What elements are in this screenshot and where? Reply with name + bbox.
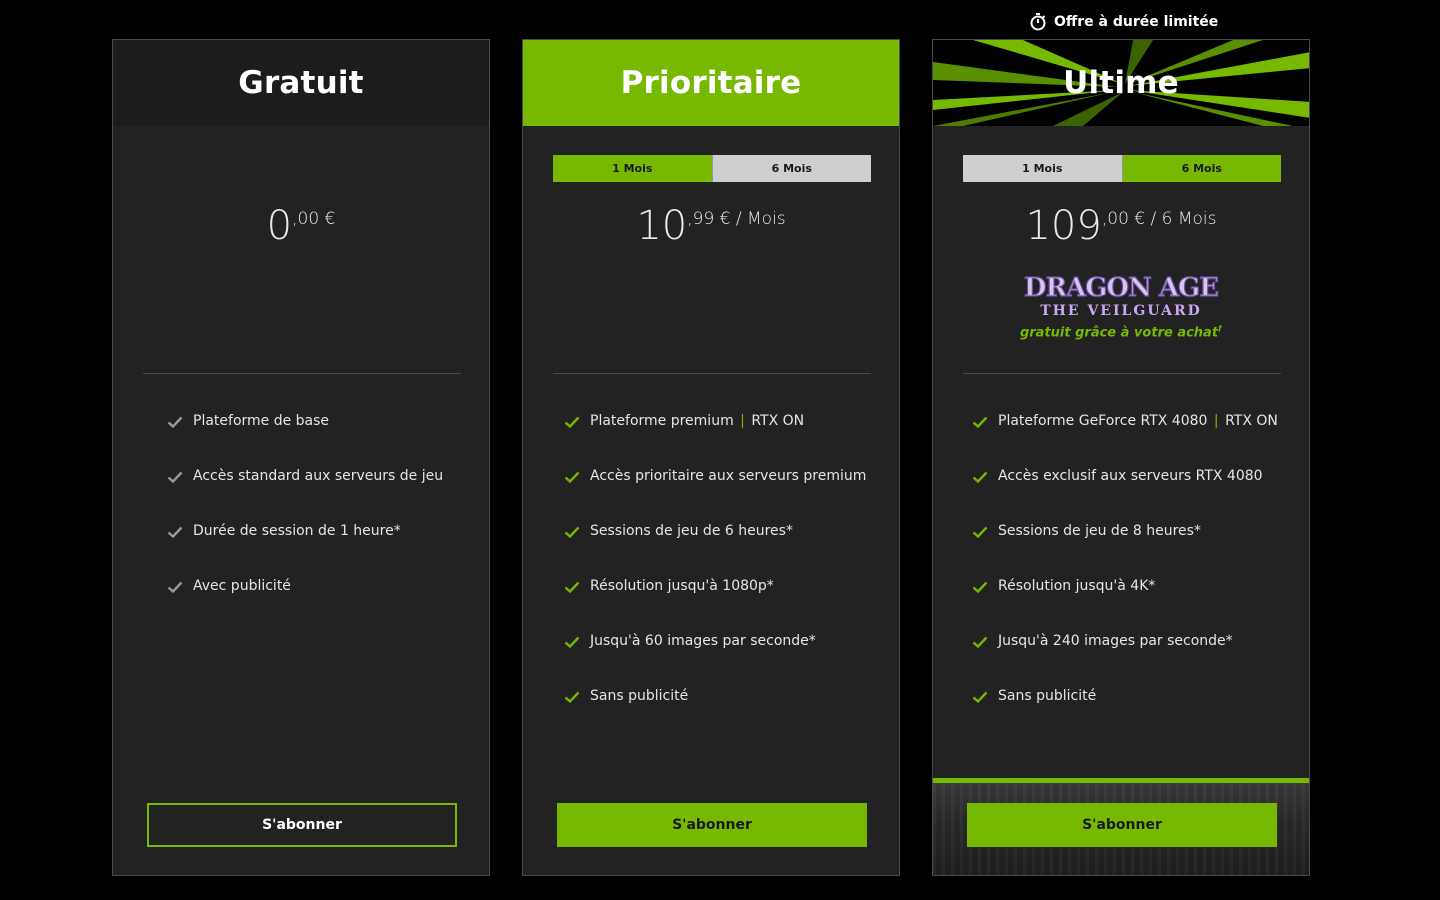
feature-item: Plateforme GeForce RTX 4080 | RTX ON [933,413,1309,468]
logo-line-1: DRAGON AGE [1024,273,1218,303]
game-promo: DRAGON AGE THE VEILGUARD gratuit grâce à… [933,270,1309,340]
dragon-age-logo: DRAGON AGE THE VEILGUARD [1023,272,1220,319]
check-icon [564,581,580,594]
feature-text: Jusqu'à 240 images par seconde* [998,633,1233,649]
feature-text: Plateforme premium [590,413,734,429]
divider [553,373,871,374]
feature-item: Plateforme de base [113,413,489,468]
feature-text: Sans publicité [590,688,689,704]
feature-text: Avec publicité [193,578,291,594]
check-icon [564,636,580,649]
price-suffix: ,00 € [292,209,336,229]
price-suffix: ,00 € / 6 Mois [1101,209,1217,229]
feature-text: Jusqu'à 60 images par seconde* [590,633,816,649]
price-integer: 0 [266,203,293,249]
toggle-1-month[interactable]: 1 Mois [553,155,712,182]
check-icon [972,581,988,594]
plan-title: Prioritaire [620,65,802,101]
feature-item: Avec publicité [113,578,489,633]
subscribe-button-free[interactable]: S'abonner [147,803,457,847]
feature-item: Plateforme premium | RTX ON [523,413,899,468]
feature-extra: RTX ON [1225,413,1278,429]
feature-separator: | [740,413,745,429]
feature-item: Résolution jusqu'à 4K* [933,578,1309,633]
check-icon [972,636,988,649]
feature-text: Sans publicité [998,688,1097,704]
feature-item: Accès prioritaire aux serveurs premium [523,468,899,523]
check-icon [167,526,183,539]
plan-card-ultimate: Ultime 1 Mois 6 Mois 109,00 € / 6 Mois D… [932,39,1310,876]
feature-text: Résolution jusqu'à 1080p* [590,578,774,594]
feature-text: Plateforme GeForce RTX 4080 [998,413,1208,429]
feature-item: Sessions de jeu de 6 heures* [523,523,899,578]
toggle-6-months[interactable]: 6 Mois [711,155,871,182]
plan-title: Gratuit [238,65,364,101]
plan-card-free: Gratuit 0,00 € Plateforme de base Accès … [112,39,490,876]
price-integer: 10 [636,203,688,249]
check-icon [167,581,183,594]
check-icon [564,526,580,539]
check-icon [564,416,580,429]
feature-item: Sans publicité [523,688,899,743]
feature-item: Jusqu'à 240 images par seconde* [933,633,1309,688]
feature-item: Accès standard aux serveurs de jeu [113,468,489,523]
plan-price: 109,00 € / 6 Mois [933,200,1309,252]
plan-header-priority: Prioritaire [523,40,899,126]
check-icon [972,691,988,704]
feature-item: Jusqu'à 60 images par seconde* [523,633,899,688]
feature-separator: | [1213,413,1219,429]
limited-offer-label: Offre à durée limitée [1054,14,1219,30]
plan-price: 0,00 € [113,200,489,252]
dagger-note: † [1218,324,1223,333]
plan-title: Ultime [1063,65,1179,101]
plan-card-priority: Prioritaire 1 Mois 6 Mois 10,99 € / Mois… [522,39,900,876]
check-icon [564,691,580,704]
plan-header-free: Gratuit [113,40,489,126]
feature-text: Résolution jusqu'à 4K* [998,578,1156,594]
billing-toggle: 1 Mois 6 Mois [553,155,871,182]
logo-line-2: THE VEILGUARD [1040,303,1202,319]
price-suffix: ,99 € / Mois [687,209,786,229]
feature-item: Résolution jusqu'à 1080p* [523,578,899,633]
feature-text: Sessions de jeu de 8 heures* [998,523,1201,539]
feature-item: Durée de session de 1 heure* [113,523,489,578]
feature-text: Accès prioritaire aux serveurs premium [590,468,867,484]
feature-list: Plateforme de base Accès standard aux se… [113,413,489,633]
limited-offer-badge: Offre à durée limitée [1030,13,1218,31]
check-icon [167,416,183,429]
feature-text: Durée de session de 1 heure* [193,523,401,539]
feature-text: Sessions de jeu de 6 heures* [590,523,793,539]
feature-extra: RTX ON [751,413,805,429]
feature-text: Accès exclusif aux serveurs RTX 4080 [998,468,1263,484]
divider [143,373,461,374]
check-icon [972,416,988,429]
billing-toggle: 1 Mois 6 Mois [963,155,1281,182]
feature-list: Plateforme GeForce RTX 4080 | RTX ON Acc… [933,413,1309,743]
feature-item: Accès exclusif aux serveurs RTX 4080 [933,468,1309,523]
feature-item: Sessions de jeu de 8 heures* [933,523,1309,578]
plan-header-ultimate: Ultime [933,40,1309,126]
subscribe-button-priority[interactable]: S'abonner [557,803,867,847]
promo-text-label: gratuit grâce à votre achat [1019,325,1219,341]
feature-text: Accès standard aux serveurs de jeu [193,468,444,484]
subscribe-button-ultimate[interactable]: S'abonner [967,803,1277,847]
promo-text: gratuit grâce à votre achat† [933,324,1309,340]
toggle-1-month[interactable]: 1 Mois [963,155,1123,182]
toggle-6-months[interactable]: 6 Mois [1122,155,1281,182]
check-icon [972,471,988,484]
feature-item: Sans publicité [933,688,1309,743]
divider [963,373,1281,374]
check-icon [972,526,988,539]
feature-text: Plateforme de base [193,413,330,429]
feature-list: Plateforme premium | RTX ON Accès priori… [523,413,899,743]
check-icon [564,471,580,484]
stopwatch-icon [1030,13,1046,31]
check-icon [167,471,183,484]
plan-price: 10,99 € / Mois [523,200,899,252]
pricing-page: Offre à durée limitée Gratuit 0,00 € Pla… [0,0,1440,900]
price-integer: 109 [1025,203,1102,249]
